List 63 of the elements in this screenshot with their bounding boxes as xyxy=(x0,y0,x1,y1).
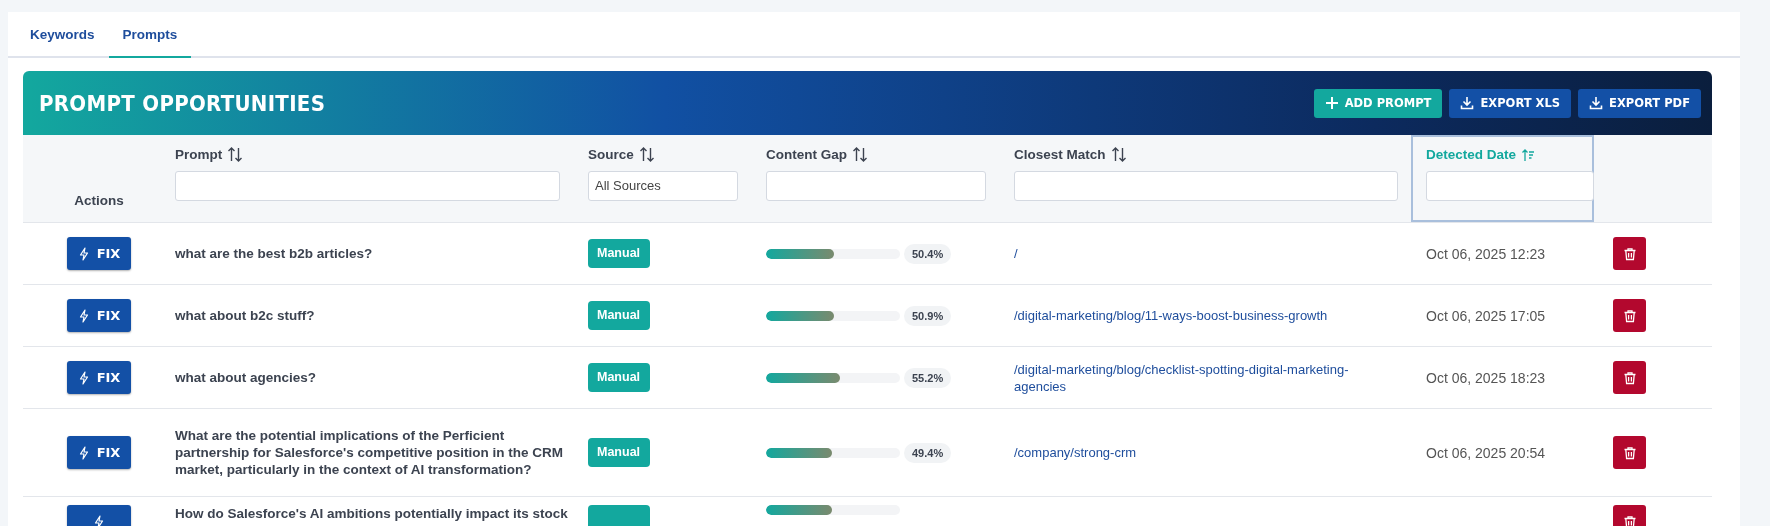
sort-ascending-icon[interactable] xyxy=(1521,147,1536,162)
page-link[interactable]: / xyxy=(1014,245,1369,262)
source-tag: Manual xyxy=(588,301,650,330)
sort-icon[interactable] xyxy=(227,147,244,162)
fix-button[interactable]: FIX xyxy=(67,436,131,469)
gap-percent: 55.2% xyxy=(904,367,952,388)
sort-icon[interactable] xyxy=(1110,147,1127,162)
tab[interactable]: Keywords xyxy=(16,12,109,58)
sort-icon[interactable] xyxy=(638,147,655,162)
column-header[interactable]: Content Gap xyxy=(766,147,847,162)
gap-percent: 50.9% xyxy=(904,305,952,326)
page-link[interactable]: /company/strong-crm xyxy=(1014,444,1369,461)
tab[interactable]: Prompts xyxy=(108,12,192,58)
delete-button[interactable] xyxy=(1613,436,1646,469)
header-button[interactable]: EXPORT XLS xyxy=(1449,88,1572,118)
trash-icon xyxy=(1622,514,1637,526)
prompt-text: what about agencies? xyxy=(175,369,318,386)
detected-date: Oct 06, 2025 18:23 xyxy=(1426,369,1546,386)
column-header[interactable]: Closest Match xyxy=(1014,147,1106,162)
lightning-icon xyxy=(77,445,90,460)
lightning-icon xyxy=(77,246,90,261)
fix-button[interactable]: FIX xyxy=(67,299,131,332)
detected-date: Oct 06, 2025 20:54 xyxy=(1426,444,1546,461)
fix-button[interactable]: FIX xyxy=(67,237,131,270)
filter-field[interactable] xyxy=(1014,171,1398,201)
trash-icon xyxy=(1622,445,1637,460)
trash-icon xyxy=(1622,308,1637,323)
sort-icon[interactable] xyxy=(852,147,868,162)
lightning-icon xyxy=(93,514,105,526)
detected-date: Oct 06, 2025 17:05 xyxy=(1426,307,1546,324)
source-tag: Manual xyxy=(588,363,650,392)
page-link[interactable]: /digital-marketing/blog/checklist-spotting-digital-marketing-agencies xyxy=(1014,360,1369,395)
delete-button[interactable] xyxy=(1613,361,1646,394)
lightning-icon xyxy=(77,308,90,323)
download-icon xyxy=(1589,96,1604,110)
source-filter[interactable]: All Sources xyxy=(588,171,738,201)
source-tag: Manual xyxy=(588,438,650,467)
trash-icon xyxy=(1622,246,1637,261)
filter-field[interactable] xyxy=(1426,171,1594,201)
column-header[interactable]: Prompt xyxy=(175,147,223,162)
source-tag xyxy=(588,505,650,526)
prompt-text: What are the potential implications of the Perficient partnership for Salesforce's competitive position in the CRM market, particularly in the context of AI transformation? xyxy=(175,427,565,478)
prompt-text: How do Salesforce's AI ambitions potentially impact its stock xyxy=(175,505,569,522)
delete-button[interactable] xyxy=(1613,299,1646,332)
delete-button[interactable] xyxy=(1613,237,1646,270)
gap-percent: 49.4% xyxy=(904,442,952,463)
column-header: Actions xyxy=(74,193,124,208)
panel-title: PROMPT OPPORTUNITIES xyxy=(39,90,326,116)
page-link[interactable]: /digital-marketing/blog/11-ways-boost-business-growth xyxy=(1014,307,1369,324)
prompt-text: what about b2c stuff? xyxy=(175,307,316,324)
header-button[interactable]: EXPORT PDF xyxy=(1578,88,1701,118)
source-tag: Manual xyxy=(588,239,650,268)
trash-icon xyxy=(1622,370,1637,385)
lightning-icon xyxy=(77,370,90,385)
download-icon xyxy=(1460,96,1475,110)
fix-button[interactable]: FIX xyxy=(67,361,131,394)
plus-icon xyxy=(1324,96,1339,110)
column-header[interactable]: Source xyxy=(588,147,634,162)
filter-field[interactable] xyxy=(175,171,560,201)
gap-percent: 50.4% xyxy=(904,243,952,264)
detected-date: Oct 06, 2025 12:23 xyxy=(1426,245,1546,262)
prompt-text: what are the best b2b articles? xyxy=(175,245,374,262)
filter-field[interactable] xyxy=(766,171,986,201)
